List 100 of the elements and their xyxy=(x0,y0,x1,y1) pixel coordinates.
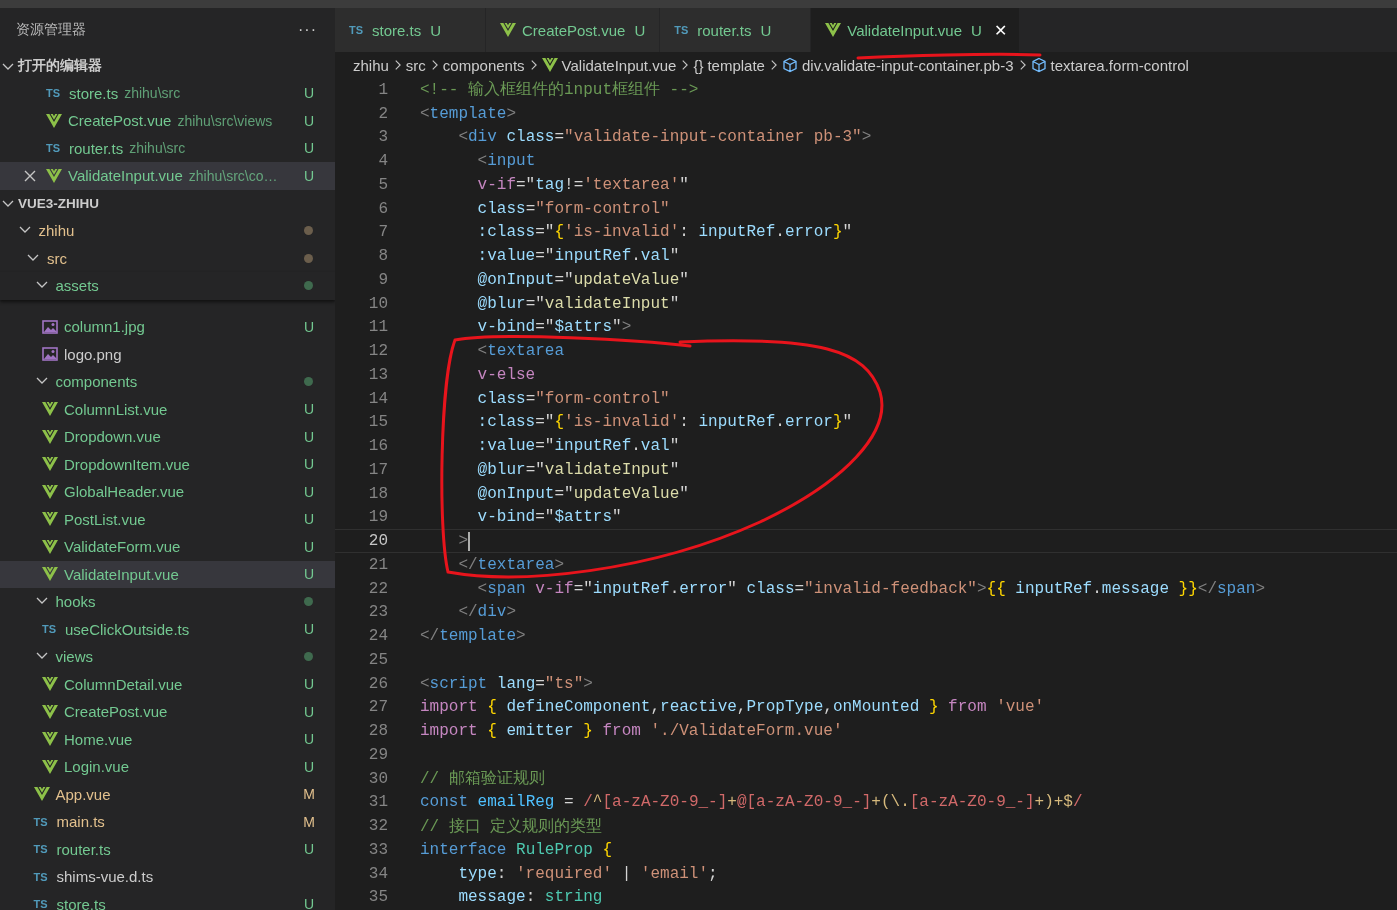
git-status: U xyxy=(303,731,315,748)
line-number: 21 xyxy=(367,555,388,574)
code-line: </div> xyxy=(457,603,517,622)
file-path: zhihu\src xyxy=(129,140,186,157)
git-status: U xyxy=(303,85,315,102)
sidebar-title: 资源管理器 xyxy=(16,21,86,39)
file-name[interactable]: main.ts xyxy=(56,813,105,831)
line-number: 8 xyxy=(377,247,388,266)
file-name[interactable]: column1.jpg xyxy=(64,318,145,336)
file-name[interactable]: ValidateForm.vue xyxy=(64,538,181,556)
file-name[interactable]: router.ts xyxy=(56,840,111,858)
file-name[interactable]: Login.vue xyxy=(64,758,130,776)
folder-name[interactable]: views xyxy=(55,648,93,666)
code-line: import { defineComponent,reactive,PropType,onMounted } from 'vue' xyxy=(420,698,1045,717)
folder-name[interactable]: hooks xyxy=(55,593,96,611)
close-icon[interactable] xyxy=(24,169,36,182)
line-number: 9 xyxy=(377,270,388,289)
vue-icon xyxy=(825,23,842,37)
line-number: 10 xyxy=(367,294,388,313)
close-icon[interactable]: ✕ xyxy=(993,20,1007,40)
vue-icon xyxy=(500,23,516,37)
file-path: zhihu\src\views xyxy=(177,112,273,129)
file-name[interactable]: ValidateInput.vue xyxy=(64,565,179,583)
line-number: 5 xyxy=(377,175,388,194)
folder-name[interactable]: assets xyxy=(55,277,99,295)
git-status: U xyxy=(303,428,315,445)
file-name[interactable]: DropdownItem.vue xyxy=(64,455,190,473)
file-name[interactable]: store.ts xyxy=(69,84,119,102)
code-line: @onInput="updateValue" xyxy=(476,484,689,503)
git-status: U xyxy=(303,758,315,775)
file-path: zhihu\src xyxy=(124,85,181,102)
breadcrumb-item[interactable]: textarea.form-control xyxy=(1050,56,1189,74)
editor-tab[interactable]: ValidateInput.vue U ✕ xyxy=(811,8,1020,52)
line-number: 7 xyxy=(377,223,388,242)
file-name[interactable]: shims-vue.d.ts xyxy=(56,868,154,886)
code-line: v-else xyxy=(476,365,536,384)
file-name[interactable]: CreatePost.vue xyxy=(64,703,168,721)
line-number: 27 xyxy=(367,698,388,717)
code-line: v-bind="$attrs" xyxy=(476,508,622,527)
file-name[interactable]: App.vue xyxy=(55,785,111,803)
breadcrumb-item[interactable]: zhihu xyxy=(353,56,389,74)
breadcrumb-item[interactable]: components xyxy=(442,56,525,74)
line-number: 2 xyxy=(377,104,388,123)
code-line: :value="inputRef.val" xyxy=(476,247,680,266)
section-title[interactable]: VUE3-ZHIHU xyxy=(18,195,99,211)
typescript-icon: TS xyxy=(46,142,63,155)
line-number: 14 xyxy=(367,389,388,408)
image-icon xyxy=(42,319,58,334)
editor-tab[interactable]: CreatePost.vue U xyxy=(486,8,661,52)
git-status: U xyxy=(303,318,315,335)
code-line: import { emitter } from './ValidateForm.vue' xyxy=(420,722,843,741)
vue-icon xyxy=(46,113,62,128)
line-number: 22 xyxy=(367,579,388,598)
line-number: 34 xyxy=(367,864,388,883)
file-name[interactable]: Home.vue xyxy=(64,730,133,748)
file-name[interactable]: PostList.vue xyxy=(64,510,146,528)
folder-name[interactable]: zhihu xyxy=(38,222,75,240)
code-line: <template> xyxy=(420,104,517,123)
file-name[interactable]: CreatePost.vue xyxy=(68,112,172,130)
code-line: </textarea> xyxy=(457,555,565,574)
file-name[interactable]: router.ts xyxy=(69,139,124,157)
vue-icon xyxy=(42,567,58,582)
breadcrumb-item[interactable]: template xyxy=(707,56,765,74)
breadcrumb-item[interactable]: ValidateInput.vue xyxy=(561,56,677,74)
file-name[interactable]: ValidateInput.vue xyxy=(68,167,183,185)
git-status: U xyxy=(303,511,315,528)
line-number: 11 xyxy=(367,318,388,337)
vue-icon xyxy=(42,759,58,774)
section-title[interactable]: 打开的编辑器 xyxy=(18,56,102,75)
folder-name[interactable]: src xyxy=(47,249,67,267)
file-name[interactable]: Dropdown.vue xyxy=(64,428,161,446)
line-number: 17 xyxy=(367,460,388,479)
git-status: U xyxy=(303,538,315,555)
typescript-icon: TS xyxy=(349,24,366,36)
line-number: 23 xyxy=(367,603,388,622)
cube-icon xyxy=(1030,57,1047,73)
breadcrumb-item[interactable]: src xyxy=(405,56,426,74)
file-name[interactable]: logo.png xyxy=(64,345,122,363)
file-name[interactable]: store.ts xyxy=(56,895,106,910)
editor-tab[interactable]: TS router.ts U xyxy=(660,8,812,52)
line-number: 25 xyxy=(367,650,388,669)
typescript-icon: TS xyxy=(33,898,51,910)
more-button[interactable]: ··· xyxy=(294,21,321,39)
folder-name[interactable]: components xyxy=(55,373,138,391)
file-name[interactable]: GlobalHeader.vue xyxy=(64,483,185,501)
braces-icon: {} xyxy=(693,56,704,74)
code-line: v-bind="$attrs"> xyxy=(476,318,632,337)
git-status: U xyxy=(303,676,315,693)
breadcrumb-item[interactable]: div.validate-input-container.pb-3 xyxy=(801,56,1014,74)
code-line: // 接口 定义规则的类型 xyxy=(420,816,603,837)
editor-tab[interactable]: TS store.ts U xyxy=(335,8,486,52)
code-line: <script lang="ts"> xyxy=(420,674,593,693)
git-status: M xyxy=(303,813,315,830)
image-icon xyxy=(42,347,58,362)
file-name[interactable]: ColumnList.vue xyxy=(64,400,168,418)
file-name[interactable]: ColumnDetail.vue xyxy=(64,675,183,693)
code-line: // 邮箱验证规则 xyxy=(420,769,545,790)
line-number: 12 xyxy=(367,342,388,361)
file-name[interactable]: useClickOutside.ts xyxy=(65,620,190,638)
code-line: @blur="validateInput" xyxy=(476,460,680,479)
